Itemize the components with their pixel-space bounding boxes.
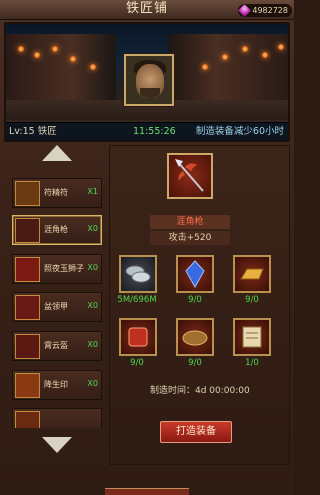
item-count: X1 <box>87 187 98 196</box>
banner-info-bar: Lv:15 铁匠 11:55:26 制造装备减少60小时 <box>6 122 288 140</box>
talisman-icon <box>15 181 40 206</box>
material-count: 9/0 <box>188 295 202 305</box>
list-item[interactable] <box>12 408 102 428</box>
list-item[interactable]: 降生印 X0 <box>12 370 102 400</box>
lantern-icon <box>202 64 208 70</box>
currency-value: 4982728 <box>252 6 288 15</box>
item-name: 照夜玉狮子 <box>44 264 84 273</box>
item-name: 符精符 <box>44 188 68 197</box>
armor-icon <box>15 295 40 320</box>
lantern-icon <box>70 56 76 62</box>
coins-icon <box>119 255 157 293</box>
craft-time: 制造时间：4d 00:00:00 <box>150 386 250 396</box>
lantern-icon <box>18 46 24 52</box>
scroll-up-arrow-icon[interactable] <box>42 145 72 161</box>
blacksmith-portrait <box>124 54 174 106</box>
item-name: 盆领甲 <box>44 302 68 311</box>
list-item[interactable]: 盆领甲 X0 <box>12 292 102 322</box>
item-name: 降生印 <box>44 380 68 389</box>
title-bar: 铁匠铺 4982728 <box>0 0 294 20</box>
craft-equipment-button[interactable]: 打造装备 <box>160 421 232 443</box>
item-count: X0 <box>87 224 98 233</box>
item-name: 涯角枪 <box>44 225 68 234</box>
ore-icon <box>176 318 214 356</box>
crystal-icon <box>176 255 214 293</box>
item-count: X0 <box>87 340 98 349</box>
lantern-icon <box>34 52 40 58</box>
list-item[interactable]: 符精符 X1 <box>12 178 102 208</box>
item-stat: 攻击+520 <box>150 231 230 245</box>
material-count: 9/0 <box>130 358 144 368</box>
list-item[interactable]: 照夜玉狮子 X0 <box>12 254 102 284</box>
bottom-tab-decoration <box>105 488 189 495</box>
item-count: X0 <box>87 263 98 272</box>
portrait-beard <box>140 88 160 98</box>
list-item-selected[interactable]: 涯角枪 X0 <box>12 215 102 245</box>
blacksmith-window: 铁匠铺 4982728 Lv:15 铁匠 11:55:26 制造装备减少60小时 <box>0 0 294 495</box>
spear-icon <box>167 153 213 199</box>
item-name: 霄云盔 <box>44 341 68 350</box>
spear-icon <box>15 218 40 243</box>
equipment-list: 符精符 X1 涯角枪 X0 照夜玉狮子 X0 盆领甲 X0 霄云盔 X0 降生印… <box>12 174 104 428</box>
lantern-icon <box>262 52 268 58</box>
currency-display: 4982728 <box>238 4 292 17</box>
seal-icon <box>15 373 40 398</box>
level-label: Lv:15 铁匠 <box>9 126 57 137</box>
bonus-text: 制造装备减少60小时 <box>195 126 284 137</box>
material-count: 9/0 <box>245 295 259 305</box>
material-count: 5M/696M <box>117 295 157 305</box>
lantern-icon <box>242 46 248 52</box>
cloth-icon <box>119 318 157 356</box>
countdown-timer: 11:55:26 <box>133 126 176 137</box>
partial-item-icon <box>15 411 40 428</box>
lantern-icon <box>222 54 228 60</box>
item-count: X0 <box>87 301 98 310</box>
lantern-icon <box>278 44 284 50</box>
list-item[interactable]: 霄云盔 X0 <box>12 331 102 361</box>
lantern-icon <box>90 64 96 70</box>
helmet-icon <box>15 334 40 359</box>
blacksmith-banner: Lv:15 铁匠 11:55:26 制造装备减少60小时 <box>4 22 290 142</box>
scroll-icon <box>233 318 271 356</box>
item-count: X0 <box>87 379 98 388</box>
lantern-icon <box>52 46 58 52</box>
material-count: 1/0 <box>245 358 259 368</box>
horse-icon <box>15 257 40 282</box>
scroll-down-arrow-icon[interactable] <box>42 437 72 453</box>
gem-icon <box>238 4 252 17</box>
gold-bar-icon <box>233 255 271 293</box>
material-count: 9/0 <box>188 358 202 368</box>
item-title: 涯角枪 <box>150 215 230 229</box>
